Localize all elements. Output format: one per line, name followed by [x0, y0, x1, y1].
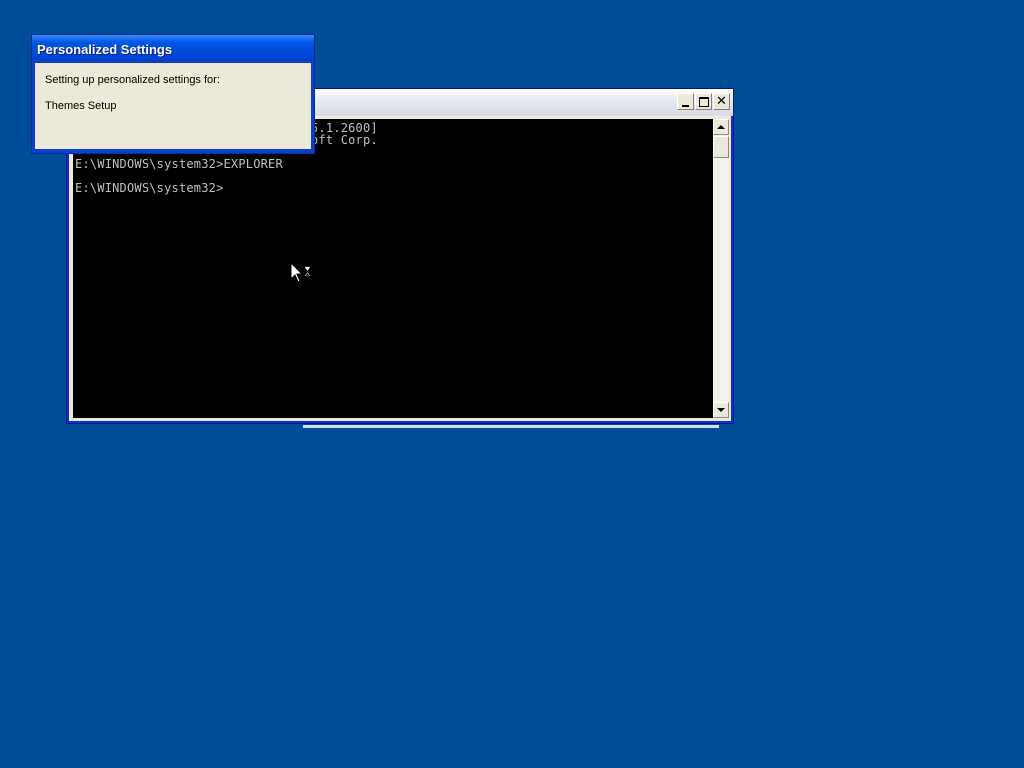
minimize-icon [682, 104, 689, 107]
maximize-button[interactable] [695, 93, 712, 110]
console-line-prompt: E:\WINDOWS\system32> [75, 181, 224, 195]
dialog-titlebar[interactable]: Personalized Settings [32, 35, 314, 63]
console-output[interactable]: 5.1.2600] oft Corp. E:\WINDOWS\system32>… [73, 119, 713, 418]
scroll-down-button[interactable] [713, 402, 729, 418]
console-line-command: E:\WINDOWS\system32>EXPLORER [75, 157, 283, 171]
dialog-body: Setting up personalized settings for: Th… [35, 63, 311, 149]
maximize-icon [698, 96, 709, 107]
console-line-copyright: oft Corp. [311, 133, 378, 147]
close-icon: ✕ [716, 94, 727, 109]
console-frame: 5.1.2600] oft Corp. E:\WINDOWS\system32>… [69, 116, 731, 421]
scroll-thumb[interactable] [713, 136, 729, 158]
console-scrollbar[interactable] [713, 119, 729, 418]
busy-arrow-hourglass-icon [290, 262, 312, 283]
minimize-button[interactable] [677, 93, 694, 110]
dialog-item: Themes Setup [45, 100, 117, 112]
scroll-down-arrow-icon [717, 408, 725, 412]
scroll-up-arrow-icon [717, 125, 725, 129]
dialog-message: Setting up personalized settings for: [45, 74, 220, 86]
close-button[interactable]: ✕ [713, 93, 730, 110]
window-shadow-line [303, 425, 719, 428]
dialog-title: Personalized Settings [37, 42, 173, 57]
personalized-settings-dialog: Personalized Settings Setting up persona… [31, 34, 315, 154]
scroll-up-button[interactable] [713, 119, 729, 135]
title-buttons: ✕ [677, 93, 730, 111]
desktop: ✕ 5.1.2600] oft Corp. E:\WINDOWS\system3… [0, 0, 1024, 768]
